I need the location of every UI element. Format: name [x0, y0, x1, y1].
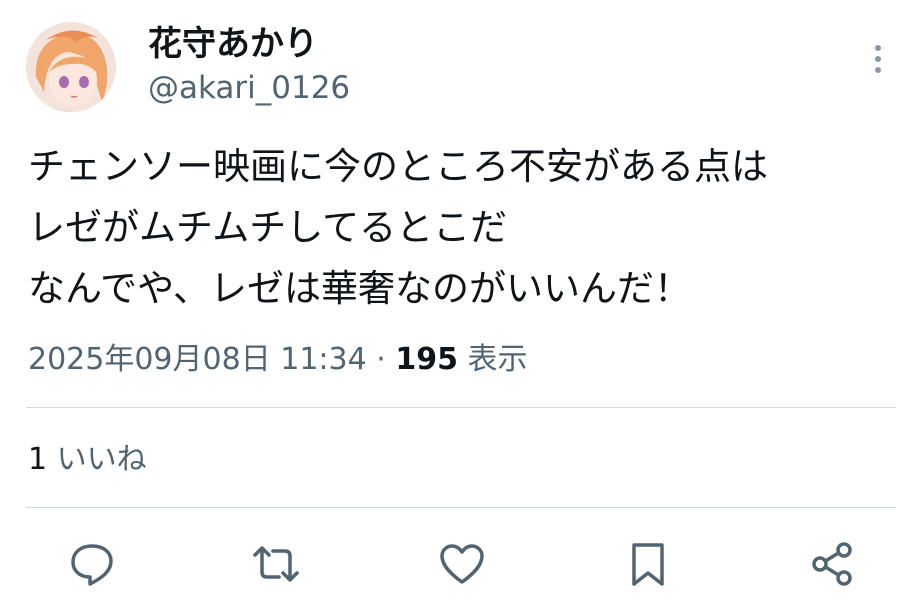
timestamp[interactable]: 2025年09月08日 11:34 — [28, 342, 367, 377]
share-icon — [812, 542, 852, 586]
likes-count: 1 — [28, 442, 48, 477]
reply-button[interactable] — [68, 540, 116, 588]
bookmark-icon — [632, 543, 664, 586]
like-button[interactable] — [438, 540, 486, 588]
more-vertical-icon — [875, 45, 881, 73]
views-count: 195 — [395, 342, 458, 377]
more-options-button[interactable] — [860, 40, 896, 80]
retweet-button[interactable] — [252, 540, 300, 588]
avatar-image — [26, 22, 116, 112]
tweet-text: チェンソー映画に今のところ不安がある点は レゼがムチムチしてるとこだ なんでや、… — [28, 136, 908, 319]
retweet-icon — [253, 546, 299, 582]
reply-icon — [71, 544, 113, 586]
share-button[interactable] — [808, 540, 856, 588]
user-handle[interactable]: @akari_0126 — [148, 68, 350, 108]
divider — [26, 507, 896, 508]
heart-icon — [440, 544, 484, 584]
display-name[interactable]: 花守あかり — [148, 22, 318, 66]
likes-stat[interactable]: 1 いいね — [28, 438, 147, 482]
likes-label: いいね — [56, 442, 147, 477]
avatar[interactable] — [26, 22, 116, 112]
tweet-text-line: レゼがムチムチしてるとこだ — [28, 206, 508, 249]
tweet-text-line: なんでや、レゼは華奢なのがいいんだ！ — [28, 267, 692, 310]
tweet-meta: 2025年09月08日 11:34 · 195 表示 — [28, 338, 528, 382]
meta-separator: · — [376, 342, 386, 377]
bookmark-button[interactable] — [624, 540, 672, 588]
tweet-text-line: チェンソー映画に今のところ不安がある点は — [28, 145, 768, 188]
views-label: 表示 — [467, 342, 528, 377]
divider — [26, 407, 896, 408]
tweet-card: 花守あかり @akari_0126 チェンソー映画に今のところ不安がある点は レ… — [0, 0, 923, 614]
